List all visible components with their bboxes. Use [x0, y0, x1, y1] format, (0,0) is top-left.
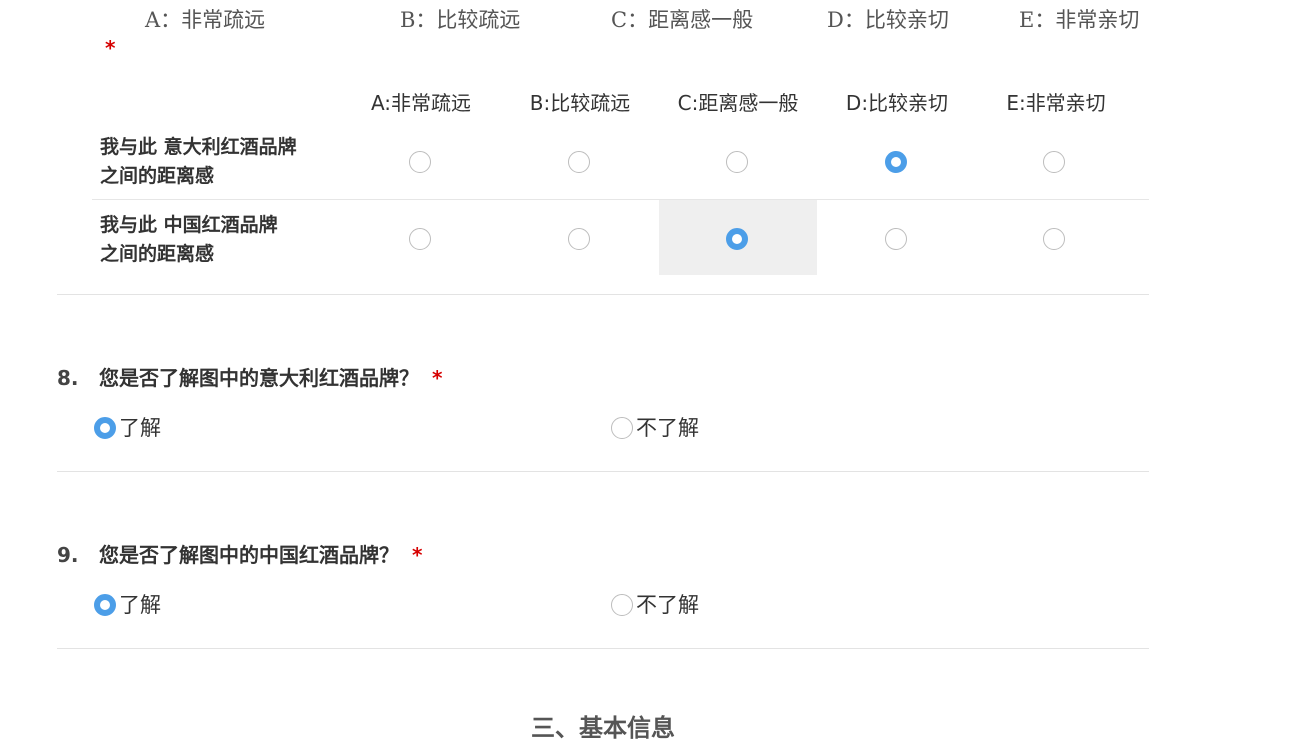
question-number: 8. [57, 366, 79, 390]
matrix-row-divider [92, 199, 1149, 200]
matrix-col-header-c: C:距离感一般 [677, 91, 799, 115]
required-mark: * [105, 36, 116, 60]
matrix-col-header-e: E:非常亲切 [1006, 91, 1106, 115]
required-mark: * [431, 366, 443, 390]
matrix-radio-row2-a[interactable] [409, 228, 431, 250]
question-title-text: 您是否了解图中的意大利红酒品牌？ [99, 366, 419, 390]
matrix-radio-row1-e[interactable] [1043, 151, 1065, 173]
scale-legend-b: B：比较疏远 [400, 8, 521, 32]
question-divider [57, 471, 1149, 472]
matrix-radio-row1-a[interactable] [409, 151, 431, 173]
scale-legend-a: A：非常疏远 [145, 8, 266, 32]
matrix-radio-row1-d[interactable] [885, 151, 907, 173]
matrix-col-header-d: D:比较亲切 [845, 91, 949, 115]
matrix-radio-row2-e[interactable] [1043, 228, 1065, 250]
option-dont-know[interactable]: 不了解 [611, 413, 699, 443]
option-dont-know[interactable]: 不了解 [611, 590, 699, 620]
question-title: 您是否了解图中的中国红酒品牌？ * [99, 540, 422, 570]
matrix-row-label-line1: 我与此 意大利红酒品牌 [100, 136, 297, 158]
matrix-col-header-a: A:非常疏远 [370, 91, 472, 115]
matrix-row-label-line2: 之间的距离感 [100, 165, 215, 187]
matrix-row-label-line1: 我与此 中国红酒品牌 [100, 214, 278, 236]
matrix-row-label: 我与此 中国红酒品牌 之间的距离感 [100, 211, 340, 269]
required-mark: * [411, 543, 423, 567]
option-label: 了解 [119, 416, 161, 440]
option-radio[interactable] [94, 594, 116, 616]
scale-legend-d: D：比较亲切 [827, 8, 949, 32]
option-radio[interactable] [611, 417, 633, 439]
matrix-radio-row2-c[interactable] [726, 228, 748, 250]
matrix-radio-row2-d[interactable] [885, 228, 907, 250]
option-label: 不了解 [636, 593, 699, 617]
option-radio[interactable] [611, 594, 633, 616]
matrix-col-header-b: B:比较疏远 [529, 91, 631, 115]
option-label: 了解 [119, 593, 161, 617]
scale-legend-c: C：距离感一般 [611, 8, 754, 32]
question-divider [57, 294, 1149, 295]
matrix-radio-row1-c[interactable] [726, 151, 748, 173]
option-know[interactable]: 了解 [94, 590, 161, 620]
option-know[interactable]: 了解 [94, 413, 161, 443]
matrix-radio-row2-b[interactable] [568, 228, 590, 250]
option-label: 不了解 [636, 416, 699, 440]
question-title: 您是否了解图中的意大利红酒品牌？ * [99, 363, 442, 393]
scale-legend-e: E：非常亲切 [1019, 8, 1140, 32]
question-number: 9. [57, 543, 79, 567]
question-title-text: 您是否了解图中的中国红酒品牌？ [99, 543, 399, 567]
matrix-radio-row1-b[interactable] [568, 151, 590, 173]
matrix-row-label: 我与此 意大利红酒品牌 之间的距离感 [100, 133, 340, 191]
option-radio[interactable] [94, 417, 116, 439]
question-divider [57, 648, 1149, 649]
section-title: 三、基本信息 [531, 714, 675, 742]
matrix-row-label-line2: 之间的距离感 [100, 243, 215, 265]
